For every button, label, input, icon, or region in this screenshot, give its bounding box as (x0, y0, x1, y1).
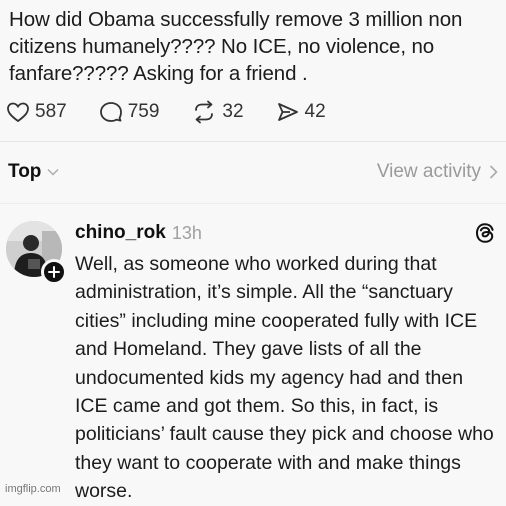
heart-icon (7, 102, 29, 123)
reply-text: Well, as someone who worked during that … (75, 253, 494, 503)
follow-button[interactable] (41, 259, 67, 285)
view-activity-link[interactable]: View activity (377, 161, 498, 183)
reply-header: chino_rok 13h (75, 220, 496, 246)
reply-timestamp: 13h (171, 222, 202, 243)
reply-username[interactable]: chino_rok (75, 222, 166, 244)
chevron-right-icon (489, 165, 498, 179)
plus-icon (48, 266, 60, 278)
repost-icon (195, 100, 214, 124)
share-button[interactable]: 42 (276, 101, 326, 123)
threads-logo-icon (475, 223, 494, 243)
comment-count: 759 (127, 101, 160, 122)
repost-button[interactable]: 32 (191, 100, 244, 124)
repost-count: 32 (222, 101, 244, 122)
sort-row: Top View activity (8, 158, 498, 186)
watermark: imgflip.com (5, 483, 61, 495)
sort-label: Top (8, 161, 42, 182)
post-actions: 587 759 32 42 (6, 99, 358, 125)
like-button[interactable]: 587 (6, 101, 67, 123)
sort-dropdown[interactable]: Top (8, 161, 59, 183)
chevron-down-icon (47, 169, 59, 176)
post-text: How did Obama successfully remove 3 mill… (9, 8, 463, 85)
share-icon (277, 103, 298, 121)
share-count: 42 (304, 101, 326, 122)
like-count: 587 (35, 101, 67, 122)
comment-button[interactable]: 759 (99, 101, 160, 123)
view-activity-label: View activity (376, 161, 481, 182)
divider (0, 203, 506, 204)
divider (0, 141, 506, 142)
comment-icon (99, 102, 122, 122)
